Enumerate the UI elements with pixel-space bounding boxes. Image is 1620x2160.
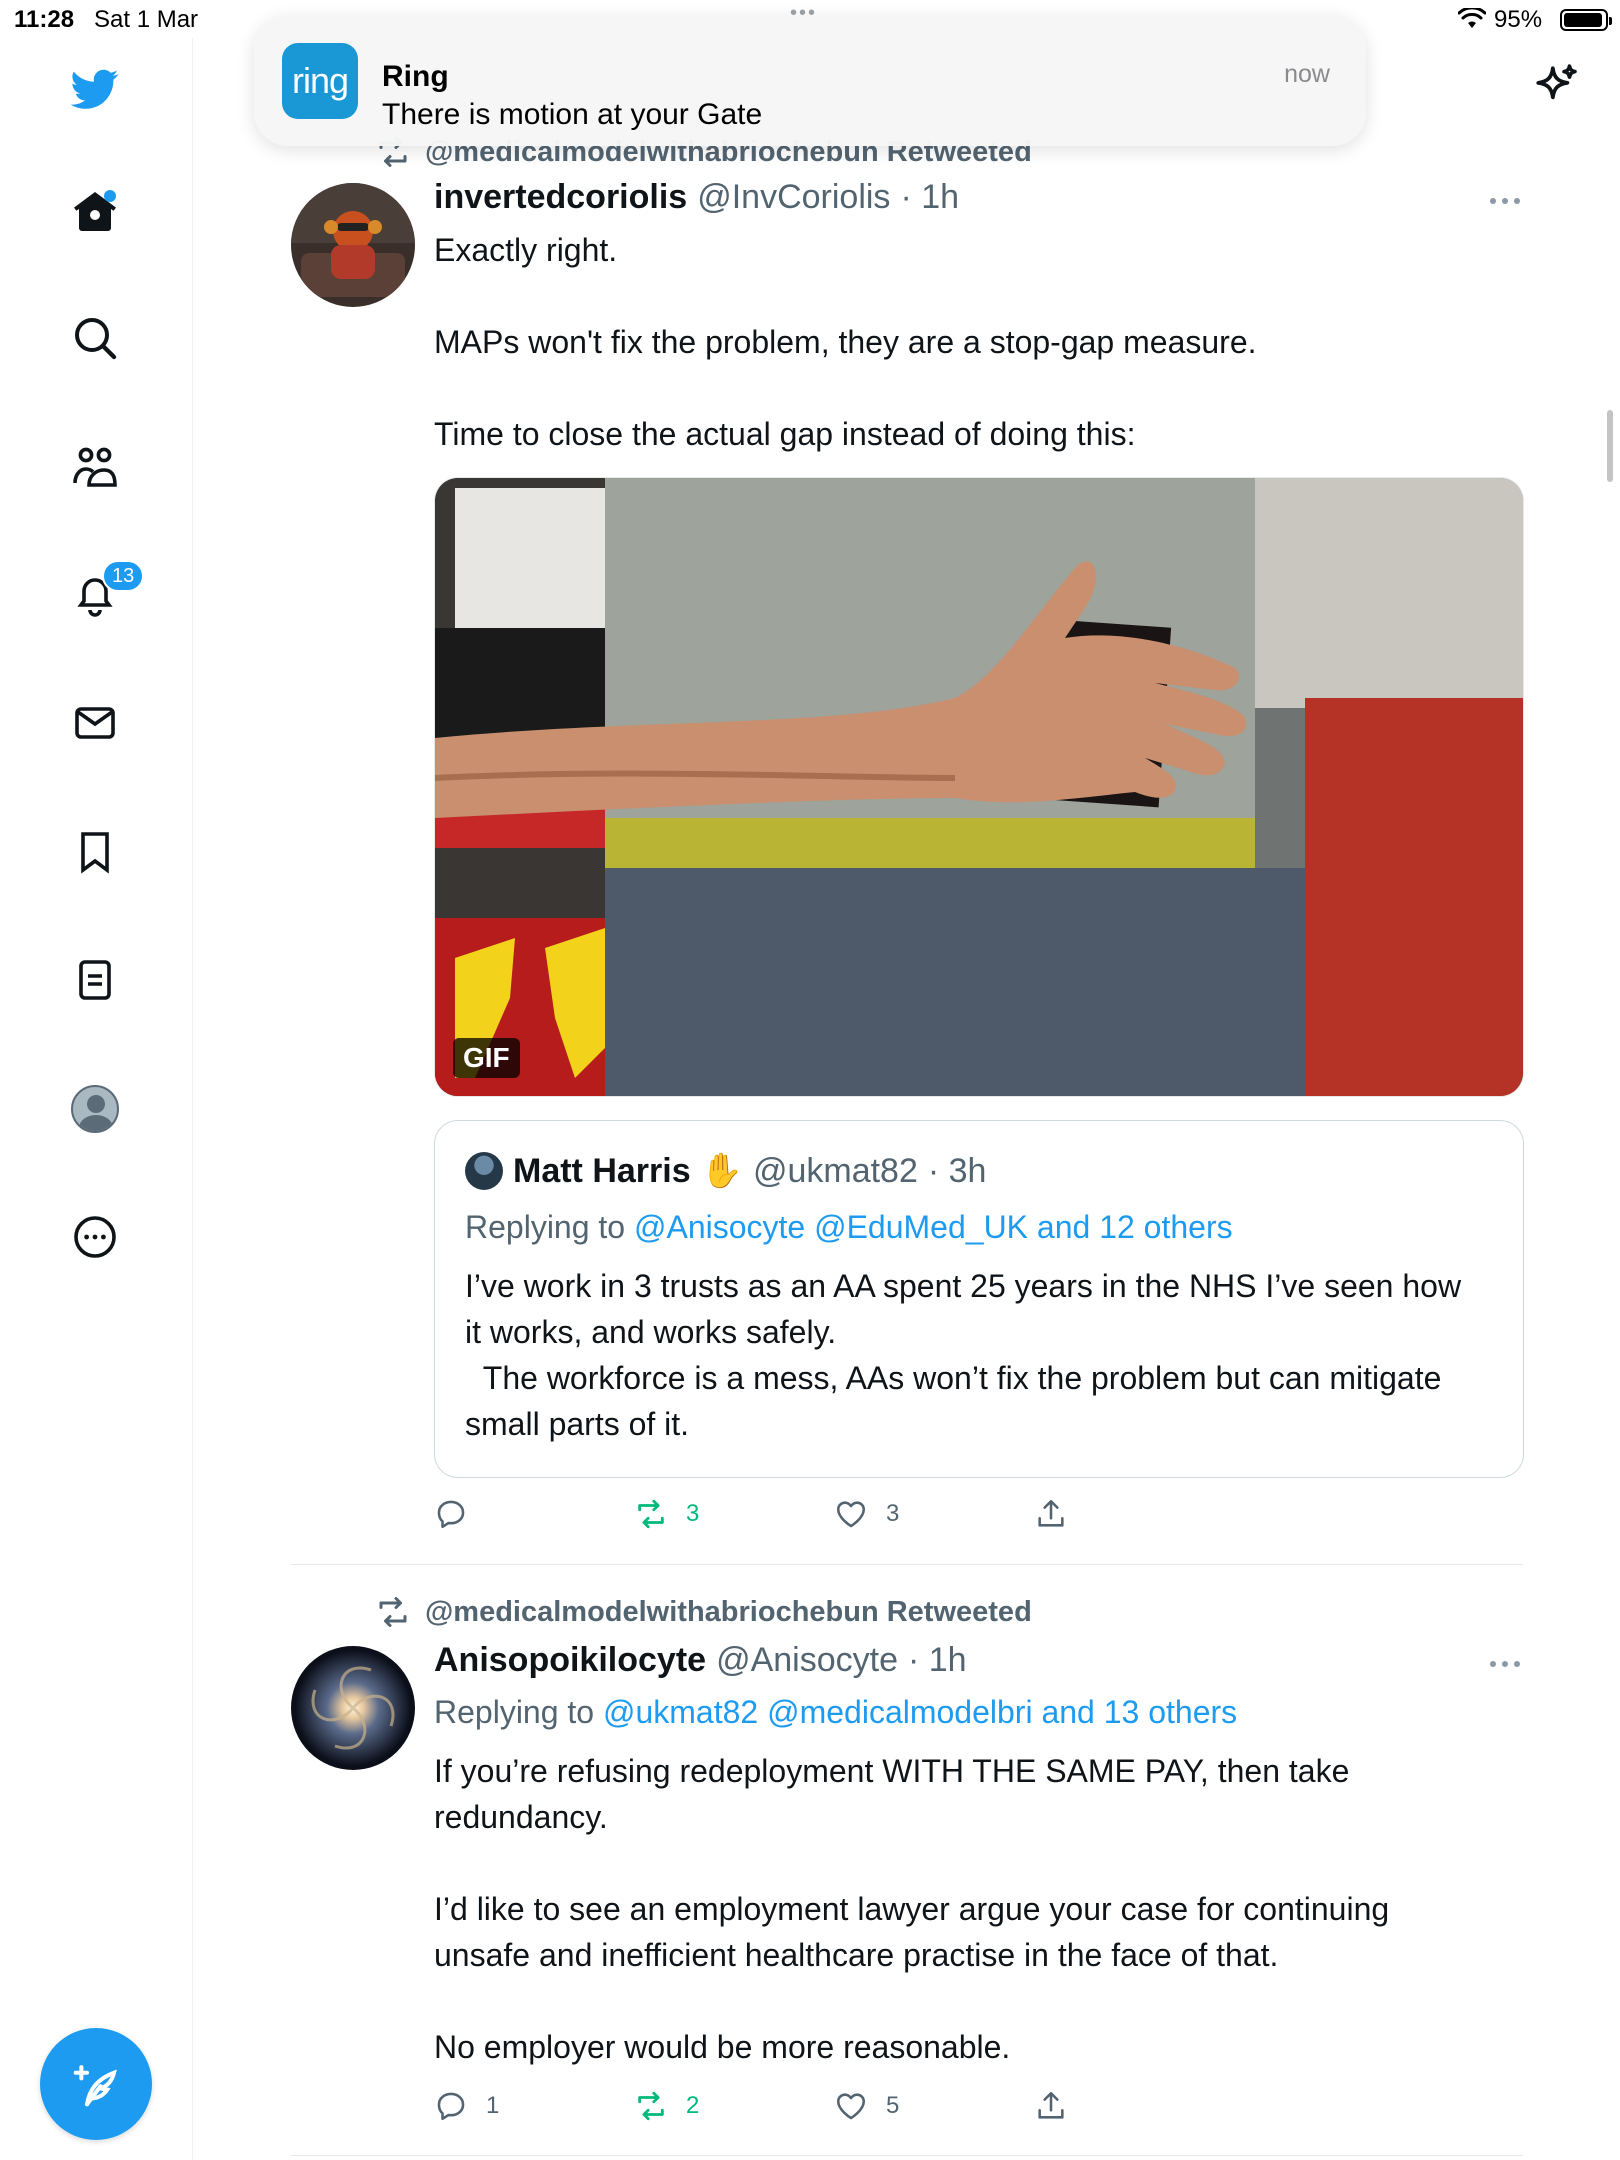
- avatar: [71, 1085, 119, 1133]
- bookmark-icon[interactable]: [66, 823, 124, 881]
- replying-prefix: Replying to: [465, 1209, 634, 1245]
- user-handle[interactable]: @InvCoriolis: [697, 178, 890, 217]
- more-options-icon[interactable]: [1487, 191, 1523, 211]
- tweet-divider: [291, 1564, 1523, 1565]
- reply-icon: [437, 2092, 465, 2121]
- more-circle-icon[interactable]: [66, 1208, 124, 1266]
- heart-icon: [836, 1501, 866, 1528]
- quoted-avatar: [465, 1152, 503, 1190]
- retweet-button[interactable]: 2: [634, 2086, 699, 2126]
- quoted-display-name: Matt Harris: [513, 1151, 691, 1190]
- quoted-replying-to: Replying to @Anisocyte @EduMed_UK and 12…: [465, 1209, 1233, 1246]
- tweet-text: If you’re refusing redeployment WITH THE…: [434, 1753, 1390, 2065]
- scrollbar[interactable]: [1607, 410, 1613, 482]
- retweet-icon: [638, 1499, 664, 1529]
- like-button[interactable]: 3: [834, 1494, 899, 1534]
- display-name[interactable]: Anisopoikilocyte: [434, 1641, 706, 1680]
- tweet-text: Exactly right. MAPs won't fix the proble…: [434, 232, 1257, 452]
- retweeted-by-text: @medicalmodelwithabriochebun Retweeted: [425, 1595, 1032, 1628]
- search-icon[interactable]: [66, 309, 124, 367]
- raised-hand-emoji: ✋: [700, 1152, 743, 1190]
- retweeted-by: @medicalmodelwithabriochebun Retweeted: [375, 1594, 1032, 1630]
- compose-button[interactable]: [40, 2028, 152, 2140]
- tweet-time: · 1h: [900, 178, 960, 216]
- ring-notification[interactable]: ring Ring There is motion at your Gate n…: [254, 16, 1366, 146]
- tweet-actions: 3 3: [434, 1494, 1334, 1534]
- notification-time: now: [1284, 60, 1330, 88]
- twitter-logo-icon[interactable]: [66, 60, 124, 118]
- heart-icon: [836, 2093, 866, 2120]
- share-icon: [1038, 1499, 1064, 1527]
- reply-button[interactable]: [434, 1494, 486, 1534]
- retweet-icon: [638, 2091, 664, 2121]
- notification-app-name: Ring: [382, 60, 449, 93]
- share-button[interactable]: [1034, 2086, 1068, 2126]
- like-count: 5: [886, 2092, 900, 2119]
- more-options-icon[interactable]: [1487, 1654, 1523, 1674]
- replying-to-links[interactable]: @Anisocyte @EduMed_UK and 12 others: [634, 1209, 1233, 1245]
- status-date: Sat 1 Mar: [94, 6, 199, 33]
- gif-badge: GIF: [453, 1038, 520, 1078]
- bell-icon[interactable]: 13: [66, 560, 145, 624]
- replying-to-links[interactable]: @ukmat82 @medicalmodelbri and 13 others: [603, 1694, 1237, 1730]
- like-button[interactable]: 5: [834, 2086, 899, 2126]
- reply-button[interactable]: 1: [434, 2086, 499, 2126]
- replying-to: Replying to @ukmat82 @medicalmodelbri an…: [434, 1694, 1237, 1731]
- notification-message: There is motion at your Gate: [382, 98, 763, 131]
- retweet-count: 2: [686, 2092, 700, 2119]
- like-count: 3: [886, 1500, 900, 1527]
- replying-prefix: Replying to: [434, 1694, 603, 1730]
- tweet-header: Anisopoikilocyte @Anisocyte · 1h: [434, 1641, 967, 1680]
- retweet-button[interactable]: 3: [634, 1494, 699, 1534]
- sidebar: 13: [0, 38, 193, 2160]
- tweet-avatar[interactable]: [291, 183, 415, 307]
- display-name[interactable]: invertedcoriolis: [434, 178, 687, 217]
- ring-app-icon: ring: [282, 43, 358, 119]
- quoted-tweet[interactable]: Matt Harris ✋ @ukmat82 · 3h Replying to …: [434, 1120, 1524, 1478]
- quoted-tweet-text: I’ve work in 3 trusts as an AA spent 25 …: [465, 1268, 1462, 1442]
- list-icon[interactable]: [66, 951, 124, 1009]
- retweet-icon: [379, 1597, 407, 1627]
- quoted-user-handle: @ukmat82: [752, 1151, 918, 1190]
- mail-icon[interactable]: [66, 694, 124, 752]
- status-time: 11:28: [14, 6, 75, 33]
- quoted-tweet-header: Matt Harris ✋ @ukmat82 · 3h: [465, 1151, 986, 1191]
- timeline: @medicalmodelwithabriochebun Retweeted i…: [193, 0, 1620, 2160]
- home-icon[interactable]: [66, 182, 124, 240]
- user-handle[interactable]: @Anisocyte: [716, 1641, 898, 1680]
- tweet-header: invertedcoriolis @InvCoriolis · 1h: [434, 178, 959, 217]
- tweet-avatar[interactable]: [291, 1646, 415, 1770]
- tweet-divider: [291, 2155, 1523, 2156]
- tweet-gif[interactable]: GIF: [434, 477, 1524, 1097]
- communities-icon[interactable]: [66, 438, 124, 496]
- reply-count: 1: [486, 2092, 500, 2119]
- share-button[interactable]: [1034, 1494, 1068, 1534]
- retweet-count: 3: [686, 1500, 700, 1527]
- notifications-badge: 13: [102, 560, 145, 592]
- reply-icon: [437, 1500, 465, 1529]
- profile-button[interactable]: [66, 1080, 124, 1138]
- tweet-actions: 1 2 5: [434, 2086, 1334, 2126]
- compose-icon: [73, 2065, 117, 2107]
- quoted-tweet-time: · 3h: [927, 1151, 987, 1190]
- home-unread-dot: [104, 190, 116, 202]
- share-icon: [1038, 2091, 1064, 2119]
- tweet-time: · 1h: [907, 1641, 967, 1679]
